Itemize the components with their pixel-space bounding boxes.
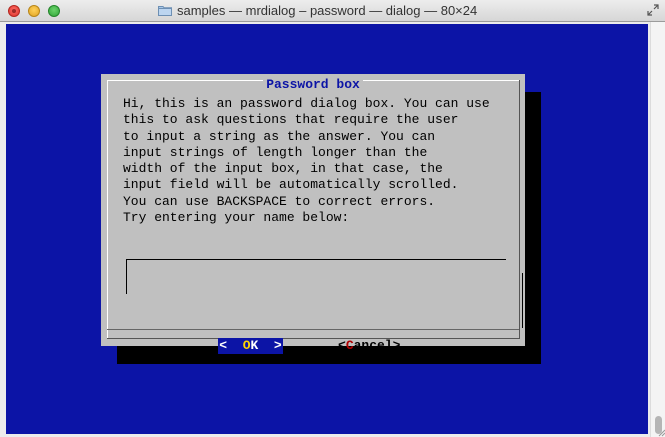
ok-button-bracket: > [258,338,282,353]
dialog-border [107,80,108,338]
window-titlebar: samples — mrdialog – password — dialog —… [0,0,665,22]
ok-button-hotkey: O [242,338,251,353]
window-title: samples — mrdialog – password — dialog —… [177,3,478,18]
dialog-message: Hi, this is an password dialog box. You … [123,96,513,226]
message-line: Hi, this is an password dialog box. You … [123,96,490,111]
password-dialog: Password box Hi, this is an password dia… [101,74,525,354]
fullscreen-icon[interactable] [647,4,659,16]
message-line: You can use BACKSPACE to correct errors. [123,193,436,209]
close-window-button[interactable] [8,5,20,17]
dialog-border-tick [522,273,523,328]
minimize-window-button[interactable] [28,5,40,17]
cancel-button-hotkey: C [345,338,354,353]
dialog-border [107,338,520,339]
password-input[interactable] [126,259,506,294]
message-line: to input a string as the answer. You can [123,128,436,144]
terminal-screen[interactable]: Password box Hi, this is an password dia… [6,24,648,434]
folder-icon [158,6,172,16]
message-line: input field will be automatically scroll… [123,177,459,193]
terminal-scrollbar[interactable] [650,22,665,437]
message-line: width of the input box, in that case, th… [123,161,443,177]
zoom-window-button[interactable] [48,5,60,17]
message-line: this to ask questions that require the u… [123,112,459,128]
cancel-button-label: ancel> [353,338,401,353]
button-divider [107,329,519,330]
ok-button-bracket: < [219,338,243,353]
dialog-border [519,80,520,338]
cancel-button[interactable]: <Cancel> [338,338,400,354]
dialog-title-text: Password box [263,77,363,92]
message-line: input strings of length longer than the [123,144,428,160]
dialog-title: Password box [101,77,525,93]
message-line: Try entering your name below: [123,210,350,226]
cancel-button-bracket: < [338,338,346,353]
close-icon [12,9,16,13]
resize-grip-icon[interactable] [656,427,665,437]
ok-button[interactable]: < OK > [218,338,283,354]
